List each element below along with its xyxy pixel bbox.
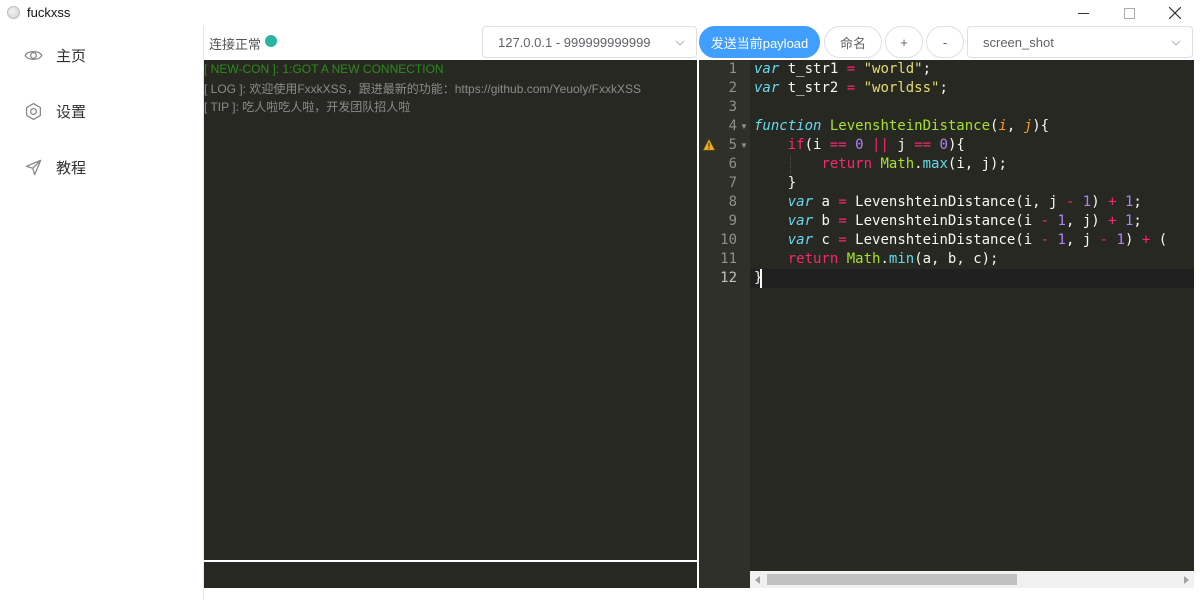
line-number: 4	[728, 118, 737, 134]
line-number: 8	[728, 194, 737, 210]
command-input[interactable]	[204, 562, 697, 588]
line-number: 10	[720, 232, 737, 248]
horizontal-scrollbar[interactable]	[750, 571, 1194, 588]
status-indicator	[265, 35, 277, 47]
sidebar-item-label: 主页	[56, 47, 87, 65]
code-line: var a = LevenshteinDistance(i, j - 1) + …	[787, 194, 1142, 210]
title-bar: fuckxss	[0, 0, 1200, 26]
line-number: 5	[728, 137, 737, 153]
sidebar: 主页 设置 教程	[0, 26, 204, 600]
payload-select-value: screen_shot	[983, 34, 1054, 50]
line-number: 11	[720, 251, 737, 267]
code-area[interactable]: var t_str1 = "world"; var t_str2 = "worl…	[754, 60, 1194, 588]
text-cursor	[760, 269, 762, 288]
code-line: var t_str1 = "world";	[754, 61, 932, 77]
code-editor[interactable]: 1 2 3 4 ▼ 5 ▼ 6 7 8 9 10 11 12 var t_str…	[699, 60, 1194, 588]
line-number: 9	[728, 213, 737, 229]
line-number: 1	[728, 61, 737, 77]
sidebar-item-label: 教程	[56, 159, 87, 177]
toolbar: 连接正常 127.0.0.1 - 999999999999 发送当前payloa…	[204, 26, 1200, 60]
log-line: [ TIP ]: 吃人啦吃人啦，开发团队招人啦	[204, 100, 411, 114]
maximize-icon	[1123, 7, 1135, 19]
close-icon	[1169, 7, 1181, 19]
connection-status-text: 连接正常	[209, 37, 262, 52]
payload-select[interactable]: screen_shot	[967, 26, 1193, 58]
remove-button[interactable]: -	[926, 26, 964, 58]
eye-icon	[24, 50, 43, 60]
line-number: 7	[728, 175, 737, 191]
sidebar-item-home[interactable]: 主页	[24, 44, 86, 66]
app-icon	[7, 6, 20, 19]
editor-gutter: 1 2 3 4 ▼ 5 ▼ 6 7 8 9 10 11 12	[699, 60, 750, 588]
minimize-icon	[1077, 12, 1089, 14]
log-line: [ LOG ]: 欢迎使用FxxkXSS，跟进最新的功能：https://git…	[204, 82, 642, 96]
window-title: fuckxss	[27, 5, 71, 20]
chevron-down-icon	[1171, 40, 1181, 46]
send-icon	[25, 159, 42, 175]
scroll-right-icon[interactable]	[1184, 576, 1189, 584]
log-line: [ NEW-CON ]: 1:GOT A NEW CONNECTION	[204, 62, 444, 76]
line-number: 6	[728, 156, 737, 172]
line-number: 2	[728, 80, 737, 96]
fold-arrow-icon[interactable]: ▼	[740, 117, 748, 136]
scroll-left-icon[interactable]	[755, 576, 760, 584]
connection-select-value: 127.0.0.1 - 999999999999	[498, 34, 651, 50]
code-line: return Math.max(i, j);	[821, 156, 1007, 172]
close-button[interactable]	[1152, 0, 1198, 26]
minimize-button[interactable]	[1060, 0, 1106, 26]
code-line: var b = LevenshteinDistance(i - 1, j) + …	[787, 213, 1142, 229]
fold-arrow-icon[interactable]: ▼	[740, 136, 748, 155]
code-line: function LevenshteinDistance(i, j){	[754, 118, 1050, 134]
line-number: 3	[728, 99, 737, 115]
code-line: var c = LevenshteinDistance(i - 1, j - 1…	[787, 232, 1168, 248]
indent-guide	[790, 155, 791, 174]
connection-select[interactable]: 127.0.0.1 - 999999999999	[482, 26, 697, 58]
code-line: return Math.min(a, b, c);	[787, 251, 999, 267]
line-number: 12	[720, 270, 737, 286]
gear-icon	[25, 102, 42, 120]
code-line: if(i == 0 || j == 0){	[787, 137, 965, 153]
code-line: }	[754, 175, 797, 191]
sidebar-item-label: 设置	[56, 103, 87, 121]
rename-button[interactable]: 命名	[824, 26, 882, 58]
scrollbar-thumb[interactable]	[767, 574, 1017, 585]
code-line: var t_str2 = "worldss";	[754, 80, 948, 96]
sidebar-item-tutorial[interactable]: 教程	[24, 156, 86, 178]
add-button[interactable]: +	[885, 26, 923, 58]
sidebar-item-settings[interactable]: 设置	[24, 100, 86, 122]
log-panel: [ NEW-CON ]: 1:GOT A NEW CONNECTION [ LO…	[204, 60, 698, 561]
send-payload-button[interactable]: 发送当前payload	[699, 26, 820, 58]
maximize-button[interactable]	[1106, 0, 1152, 26]
chevron-down-icon	[675, 40, 685, 46]
